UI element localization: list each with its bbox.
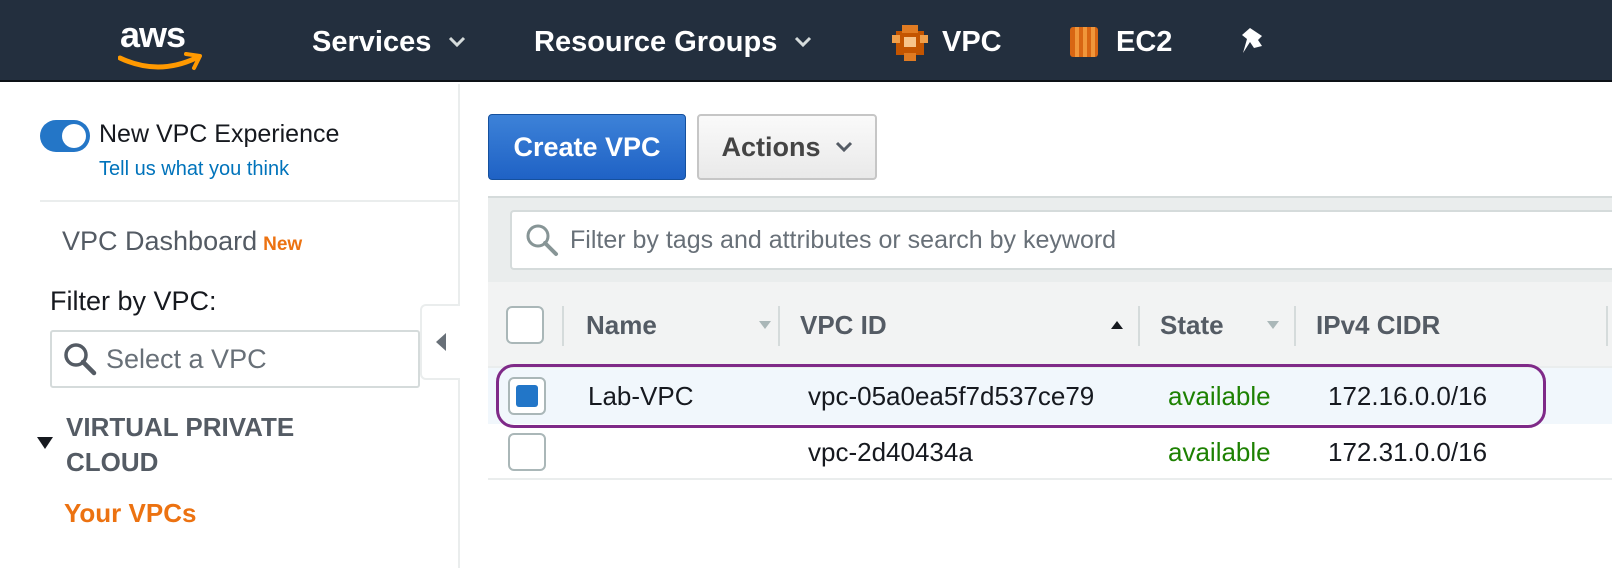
row-checkbox[interactable]	[508, 433, 546, 471]
filter-by-vpc-label: Filter by VPC:	[50, 286, 217, 316]
vpc-service-icon	[892, 25, 928, 61]
cell-ipv4-cidr: 172.16.0.0/16	[1328, 380, 1488, 411]
search-icon	[526, 224, 558, 256]
column-separator	[778, 306, 780, 346]
ec2-label: EC2	[1116, 25, 1173, 58]
column-header-vpc-id[interactable]: VPC ID	[800, 282, 887, 368]
chevron-down-icon	[835, 141, 852, 153]
new-badge: New	[263, 234, 303, 255]
table-row[interactable]: Lab-VPC vpc-05a0ea5f7d537ce79 available …	[488, 368, 1612, 424]
section-title-virtual-private-cloud[interactable]: VIRTUAL PRIVATE CLOUD	[66, 410, 356, 480]
create-vpc-button[interactable]: Create VPC	[488, 114, 686, 180]
cell-name: Lab-VPC	[588, 380, 694, 411]
resource-groups-label: Resource Groups	[534, 25, 778, 58]
search-icon	[64, 343, 97, 376]
column-separator	[1606, 306, 1608, 346]
top-navigation-bar: aws Services Resource Groups VPC EC2	[0, 0, 1612, 82]
column-header-state[interactable]: State	[1160, 282, 1224, 368]
sort-down-icon[interactable]	[1266, 320, 1280, 330]
resource-groups-menu[interactable]: Resource Groups	[534, 22, 813, 62]
vpc-label: VPC	[942, 25, 1002, 58]
feedback-link[interactable]: Tell us what you think	[99, 158, 289, 181]
aws-smile-icon	[118, 52, 202, 70]
caret-left-icon	[436, 333, 446, 351]
pin-icon[interactable]	[1240, 26, 1268, 56]
new-vpc-experience-toggle[interactable]	[40, 120, 90, 152]
cell-vpc-id: vpc-2d40434a	[808, 436, 973, 467]
table-header: Name VPC ID State IPv4 CIDR	[488, 282, 1612, 368]
chevron-down-icon	[795, 36, 812, 48]
vpc-filter-select[interactable]: Select a VPC	[50, 330, 420, 388]
vpc-filter-placeholder: Select a VPC	[106, 343, 267, 374]
aws-logo[interactable]: aws	[118, 14, 208, 70]
actions-label: Actions	[721, 131, 821, 162]
sort-down-icon[interactable]	[758, 320, 772, 330]
actions-button[interactable]: Actions	[697, 114, 877, 180]
aws-logo-text: aws	[120, 14, 186, 55]
column-header-name[interactable]: Name	[586, 282, 657, 368]
new-vpc-experience-label: New VPC Experience	[99, 120, 340, 148]
column-separator	[1138, 306, 1140, 346]
sidebar-divider	[40, 200, 460, 202]
table-row[interactable]: vpc-2d40434a available 172.31.0.0/16	[488, 424, 1612, 480]
left-sidebar: New VPC Experience Tell us what you thin…	[0, 84, 460, 568]
search-input[interactable]: Filter by tags and attributes or search …	[510, 210, 1612, 270]
services-menu[interactable]: Services	[312, 22, 467, 62]
search-placeholder: Filter by tags and attributes or search …	[570, 225, 1117, 254]
chevron-down-icon	[449, 36, 466, 48]
cell-ipv4-cidr: 172.31.0.0/16	[1328, 436, 1488, 467]
sidebar-item-your-vpcs[interactable]: Your VPCs	[64, 498, 196, 529]
sort-up-icon[interactable]	[1110, 320, 1124, 330]
column-header-ipv4-cidr[interactable]: IPv4 CIDR	[1316, 282, 1440, 368]
collapse-sidebar-button[interactable]	[420, 304, 460, 380]
sidebar-item-vpc-dashboard[interactable]: VPC Dashboard New	[62, 226, 302, 257]
ec2-shortcut[interactable]: EC2	[1066, 22, 1172, 62]
filter-bar: Filter by tags and attributes or search …	[488, 196, 1612, 282]
select-all-checkbox[interactable]	[506, 306, 544, 344]
caret-down-icon[interactable]	[36, 436, 54, 450]
toggle-knob	[62, 124, 86, 148]
cell-state: available	[1168, 436, 1271, 467]
vpc-shortcut[interactable]: VPC	[892, 22, 1002, 62]
vpc-dashboard-label: VPC Dashboard	[62, 226, 258, 256]
column-separator	[562, 306, 564, 346]
cell-vpc-id: vpc-05a0ea5f7d537ce79	[808, 380, 1095, 411]
row-checkbox[interactable]	[508, 377, 546, 415]
ec2-service-icon	[1070, 27, 1098, 57]
services-label: Services	[312, 25, 432, 58]
column-separator	[1294, 306, 1296, 346]
cell-state: available	[1168, 380, 1271, 411]
